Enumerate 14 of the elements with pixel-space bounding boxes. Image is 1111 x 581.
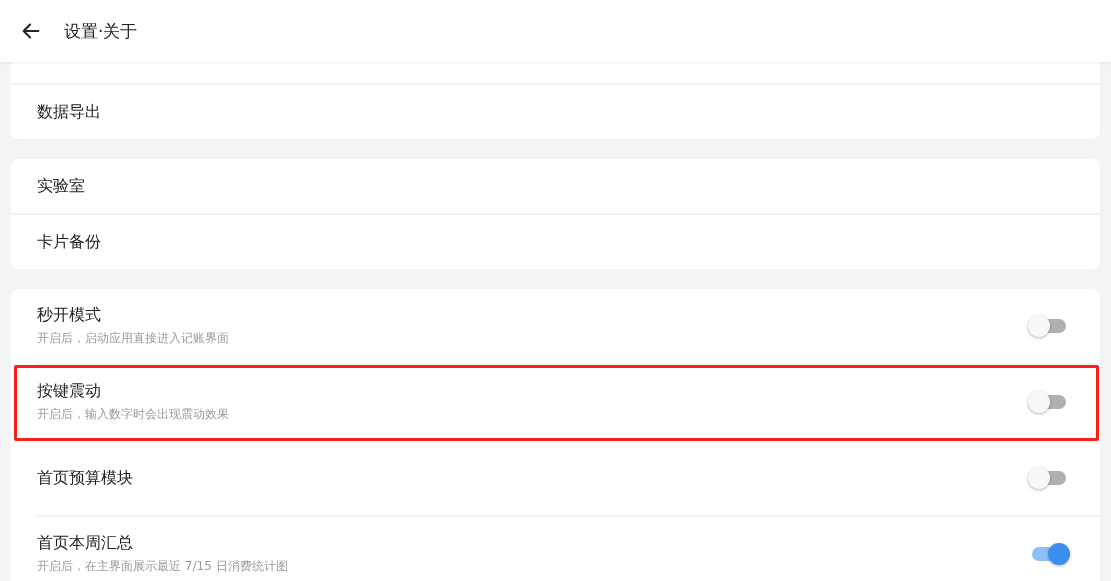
setting-description: 开启后，在主界面展示最近 7/15 日消费统计图 <box>37 558 288 575</box>
toggle-switch[interactable] <box>1028 466 1066 490</box>
setting-label: 首页本周汇总 <box>37 533 134 554</box>
setting-description: 开启后，启动应用直接进入记账界面 <box>37 330 229 347</box>
settings-item[interactable]: 数据导出 <box>11 85 1100 139</box>
setting-description: 开启后，输入数字时会出现震动效果 <box>37 406 229 423</box>
toggle-switch[interactable] <box>1028 314 1066 338</box>
setting-label: 按键震动 <box>37 381 102 402</box>
screen-title: 设置·关于 <box>64 19 138 43</box>
settings-item[interactable]: 卡片备份 <box>11 215 1100 269</box>
setting-label: 秒开模式 <box>37 305 102 326</box>
settings-item[interactable]: 实验室 <box>11 159 1100 215</box>
setting-label: 首页预算模块 <box>37 467 133 489</box>
toggle-switch[interactable] <box>1028 390 1066 414</box>
